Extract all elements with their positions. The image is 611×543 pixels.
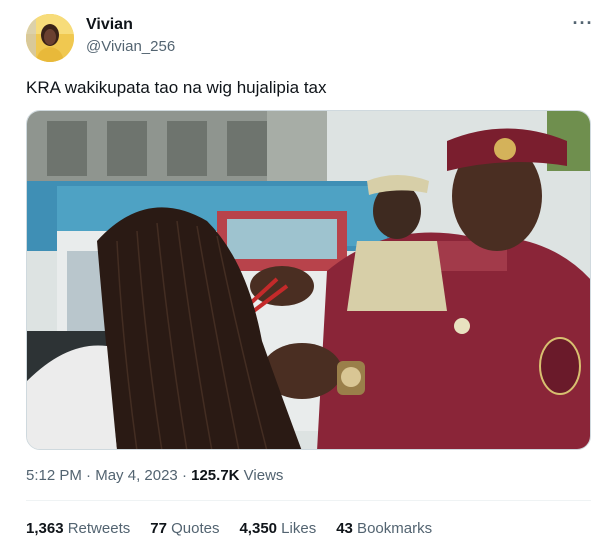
- stat-count: 77: [150, 520, 167, 537]
- display-name[interactable]: Vivian: [86, 16, 133, 34]
- engagement-stats: 1,363 Retweets 77 Quotes 4,350 Likes 43 Boo…: [26, 520, 452, 537]
- user-handle[interactable]: @Vivian_256: [86, 38, 175, 55]
- stat-label: Likes: [277, 520, 317, 537]
- divider: [26, 500, 591, 501]
- tweet-meta: 5:12 PM · May 4, 2023 · 125.7K Views: [26, 467, 283, 484]
- tweet-date[interactable]: May 4, 2023: [95, 467, 178, 484]
- stat-count: 4,350: [239, 520, 278, 537]
- retweets-stat[interactable]: 1,363 Retweets: [26, 520, 130, 537]
- bookmarks-stat[interactable]: 43 Bookmarks: [336, 520, 432, 537]
- more-horizontal-icon: ···: [572, 13, 594, 33]
- meta-separator: ·: [177, 467, 192, 484]
- tweet-photo[interactable]: [26, 110, 591, 450]
- stat-label: Quotes: [166, 520, 220, 537]
- stat-count: 43: [336, 520, 353, 537]
- stat-label: Retweets: [63, 520, 131, 537]
- views-count[interactable]: 125.7K: [191, 467, 239, 484]
- likes-stat[interactable]: 4,350 Likes: [239, 520, 316, 537]
- tweet-time[interactable]: 5:12 PM: [26, 467, 82, 484]
- meta-separator: ·: [81, 467, 96, 484]
- more-options-button[interactable]: ···: [570, 14, 596, 36]
- views-label: Views: [239, 467, 284, 484]
- avatar[interactable]: [26, 14, 74, 62]
- stat-label: Bookmarks: [352, 520, 433, 537]
- stat-count: 1,363: [26, 520, 64, 537]
- tweet-card: Vivian @Vivian_256 ··· KRA wakikupata ta…: [0, 0, 611, 543]
- tweet-text: KRA wakikupata tao na wig hujalipia tax: [26, 78, 327, 97]
- quotes-stat[interactable]: 77 Quotes: [150, 520, 219, 537]
